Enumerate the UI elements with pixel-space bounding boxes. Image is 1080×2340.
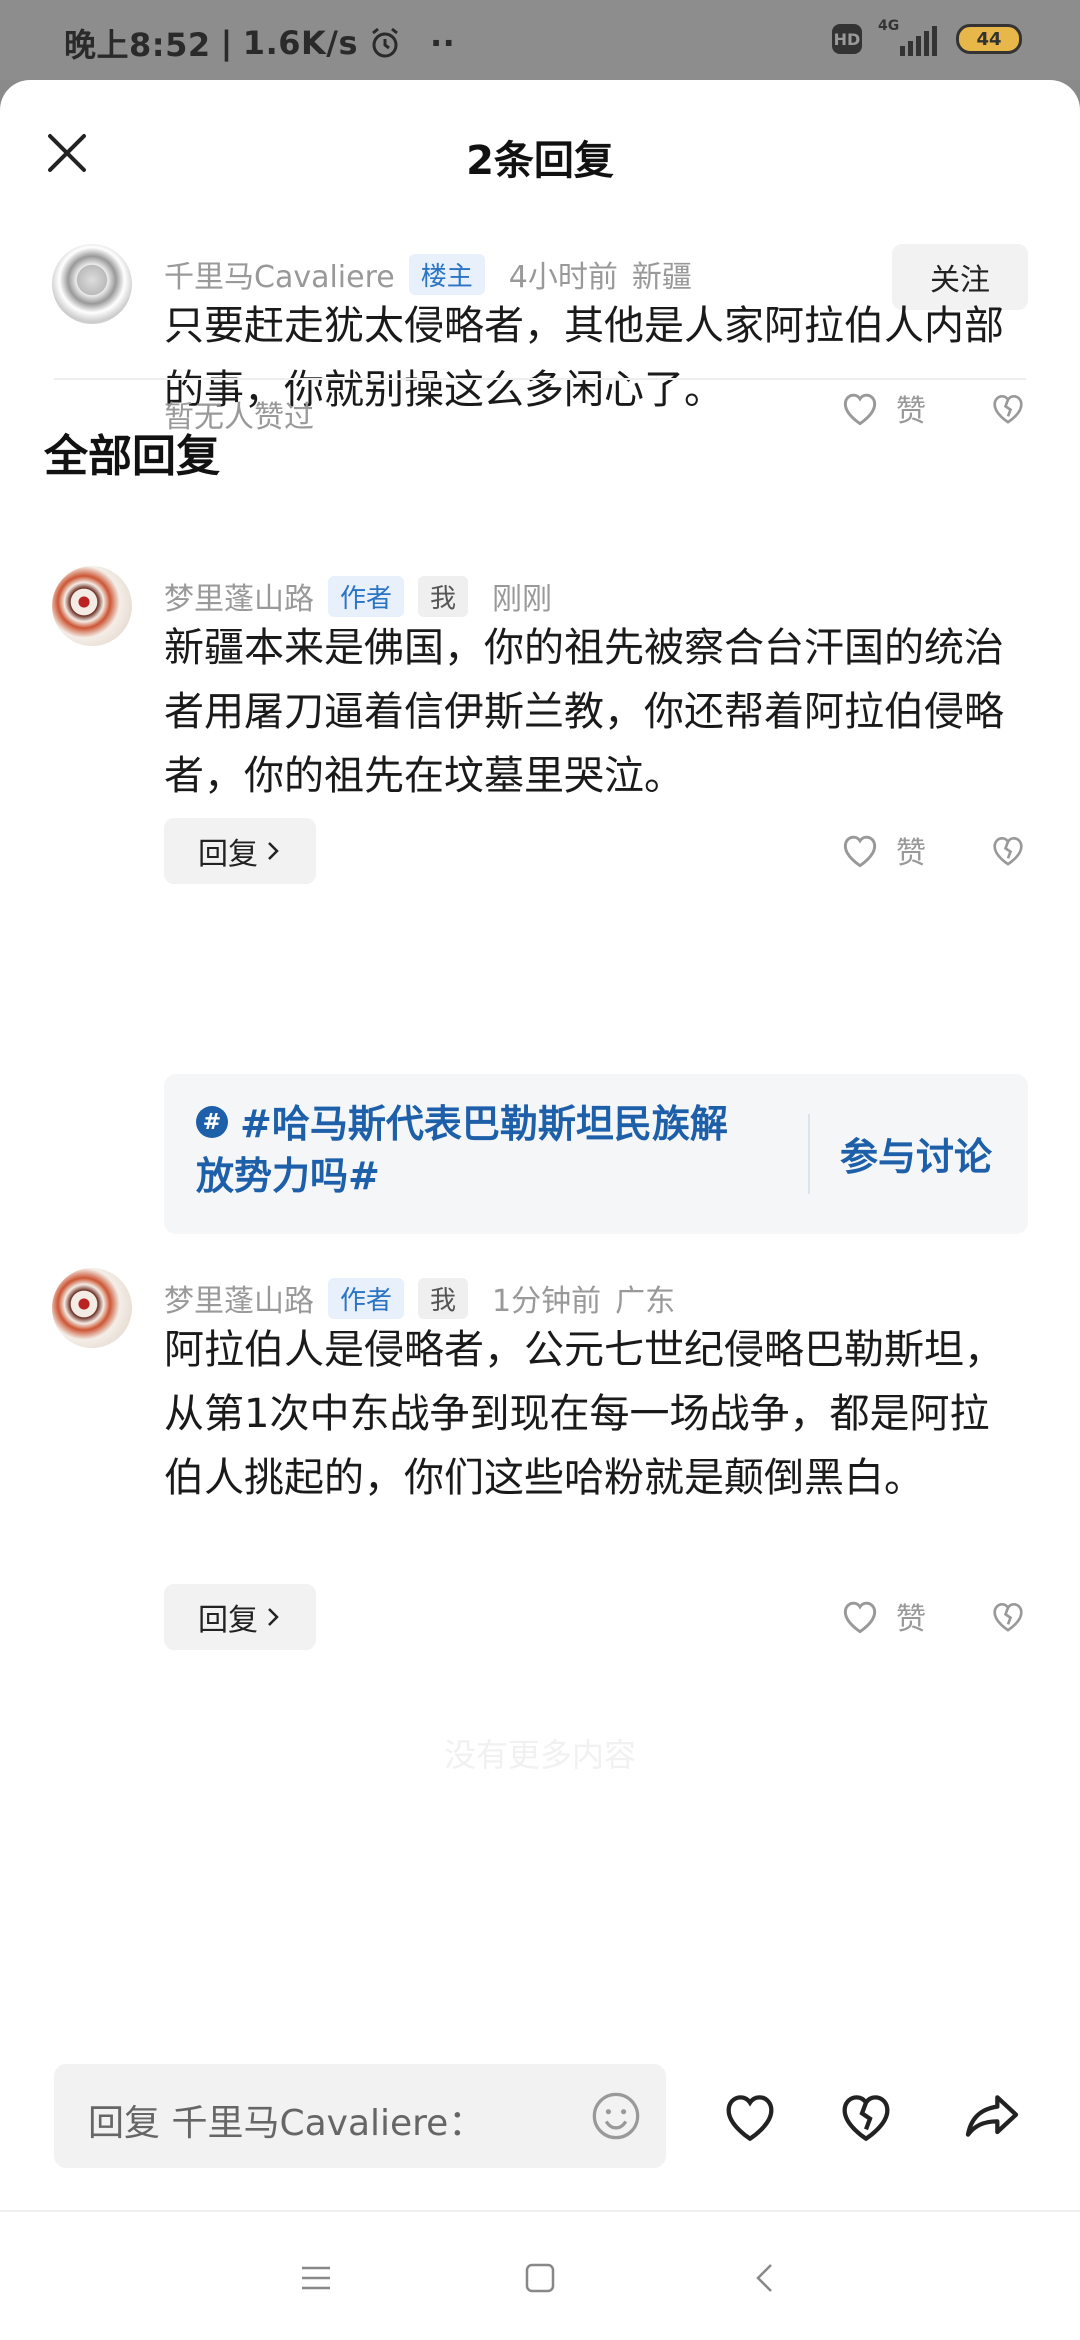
replies-sheet: 2条回复 千里马Cavaliere 楼主 4小时前 新疆 关注 只要赶走犹太侵略… xyxy=(0,80,1080,2230)
network-type: 4G xyxy=(878,18,900,34)
comment-actions: 赞 xyxy=(838,386,1028,430)
reply-button[interactable]: 回复 xyxy=(164,818,316,884)
username[interactable]: 梦里蓬山路 xyxy=(164,1276,314,1320)
broken-heart-icon[interactable] xyxy=(988,1596,1028,1636)
back-icon[interactable] xyxy=(746,2258,786,2298)
timestamp: 4小时前 xyxy=(508,260,618,295)
reply-label: 回复 xyxy=(198,1603,258,1638)
avatar[interactable] xyxy=(52,244,132,324)
end-of-list-text: 没有更多内容 xyxy=(443,1736,636,1774)
reply-text: 新疆本来是佛国，你的祖先被察合台汗国的统治者用屠刀逼着信伊斯兰教，你还帮着阿拉伯… xyxy=(164,625,1004,799)
more-notifications-icon: ·· xyxy=(430,24,456,62)
hd-icon: HD xyxy=(832,24,862,54)
reply-input[interactable]: 回复 千里马Cavaliere： xyxy=(54,2064,666,2168)
reply-meta: 梦里蓬山路 作者 我 1分钟前 广东 xyxy=(164,1276,675,1320)
sheet-header: 2条回复 xyxy=(0,120,1080,190)
reply-button[interactable]: 回复 xyxy=(164,1584,316,1650)
reply-meta: 梦里蓬山路 作者 我 刚刚 xyxy=(164,574,552,618)
reply-input-placeholder: 回复 千里马Cavaliere： xyxy=(88,2103,485,2144)
status-left: 晚上8:52 | 1.6K/s ·· xyxy=(64,20,455,66)
share-icon[interactable] xyxy=(960,2084,1024,2148)
like-label[interactable]: 赞 xyxy=(896,386,926,430)
heart-icon[interactable] xyxy=(838,828,882,872)
me-badge: 我 xyxy=(418,1277,469,1319)
reply-actions: 赞 xyxy=(838,828,1028,872)
home-icon[interactable] xyxy=(520,2258,560,2298)
topic-text[interactable]: #哈马斯代表巴勒斯坦民族解放势力吗# xyxy=(196,1098,756,1202)
menu-icon[interactable] xyxy=(296,2258,336,2298)
avatar[interactable] xyxy=(52,566,132,646)
location: 广东 xyxy=(615,1284,676,1319)
like-icon[interactable] xyxy=(718,2084,782,2148)
timestamp: 1分钟前 xyxy=(492,1284,602,1319)
like-label[interactable]: 赞 xyxy=(896,828,926,872)
location: 新疆 xyxy=(631,260,692,295)
broken-heart-icon[interactable] xyxy=(988,830,1028,870)
op-badge: 楼主 xyxy=(408,253,485,295)
username[interactable]: 千里马Cavaliere xyxy=(164,252,395,296)
status-time: 晚上8:52 xyxy=(64,26,211,64)
reply-input-bar: 回复 千里马Cavaliere： xyxy=(0,2040,1080,2230)
topic-divider xyxy=(808,1114,810,1194)
system-nav-bar xyxy=(0,2210,1080,2340)
me-badge: 我 xyxy=(418,575,469,617)
topic-card[interactable]: # #哈马斯代表巴勒斯坦民族解放势力吗# 参与讨论 xyxy=(164,1074,1028,1234)
author-badge: 作者 xyxy=(328,1277,405,1319)
heart-icon[interactable] xyxy=(838,386,882,430)
page-title: 2条回复 xyxy=(466,138,614,184)
signal-icon: 4G xyxy=(878,18,940,56)
reply-label: 回复 xyxy=(198,837,258,872)
divider xyxy=(54,378,1026,380)
timestamp: 刚刚 xyxy=(492,582,553,617)
chevron-right-icon xyxy=(268,842,279,860)
heart-icon[interactable] xyxy=(838,1594,882,1638)
alarm-icon xyxy=(372,27,398,58)
dislike-icon[interactable] xyxy=(834,2084,898,2148)
emoji-icon[interactable] xyxy=(590,2090,642,2142)
broken-heart-icon[interactable] xyxy=(988,388,1028,428)
battery-icon: 44 xyxy=(956,24,1022,54)
like-label[interactable]: 赞 xyxy=(896,1594,926,1638)
reply-actions: 赞 xyxy=(838,1594,1028,1638)
section-title: 全部回复 xyxy=(44,431,220,482)
status-right: HD 4G 44 xyxy=(832,18,1022,56)
status-separator: | xyxy=(220,24,233,62)
status-bar: 晚上8:52 | 1.6K/s ·· HD 4G 44 xyxy=(0,0,1080,80)
username[interactable]: 梦里蓬山路 xyxy=(164,574,314,618)
join-discussion-button[interactable]: 参与讨论 xyxy=(840,1126,992,1181)
author-badge: 作者 xyxy=(328,575,405,617)
reply-text: 阿拉伯人是侵略者，公元七世纪侵略巴勒斯坦，从第1次中东战争到现在每一场战争，都是… xyxy=(164,1327,1004,1501)
comment-meta: 千里马Cavaliere 楼主 4小时前 新疆 xyxy=(164,252,692,296)
status-speed: 1.6K/s xyxy=(242,24,359,62)
avatar[interactable] xyxy=(52,1268,132,1348)
chevron-right-icon xyxy=(268,1608,279,1626)
